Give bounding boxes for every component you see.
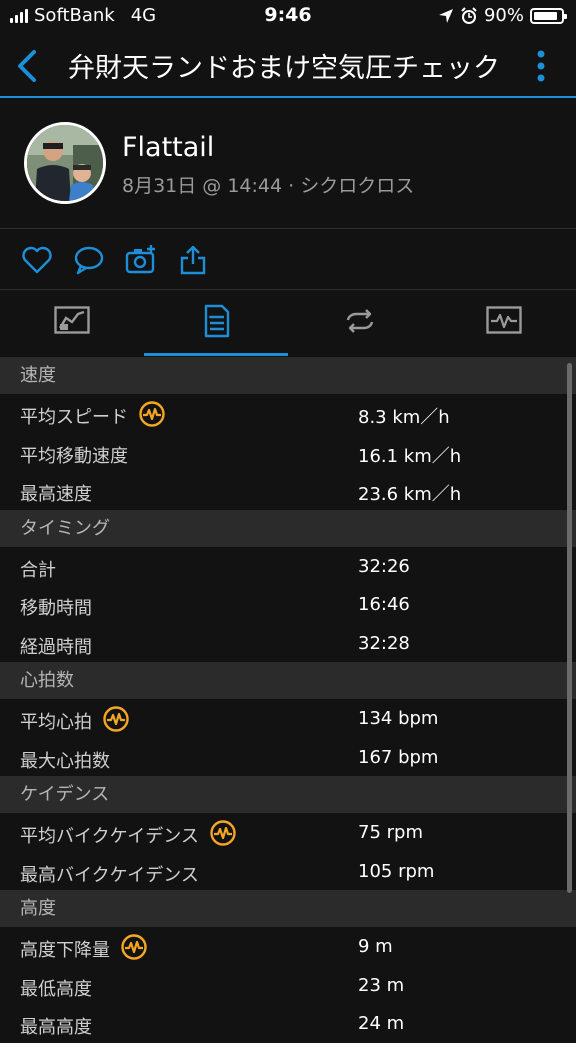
sensor-data-icon: [210, 820, 236, 846]
stat-label: 平均バイクケイデンス: [20, 826, 199, 847]
stat-label-wrap: 最高バイクケイデンス: [20, 861, 199, 887]
share-icon[interactable]: [176, 243, 210, 277]
stat-label: 平均スピード: [20, 407, 128, 428]
stat-row: 最高高度 24 m: [0, 1004, 576, 1043]
tab-laps[interactable]: [288, 290, 432, 356]
stat-row: 最高バイクケイデンス 105 rpm: [0, 852, 576, 891]
stats-list[interactable]: 速度平均スピード 8.3 km／h 平均移動速度 16.1 km／h 最高速度 23.6 …: [0, 357, 576, 1043]
stat-label: 経過時間: [20, 636, 92, 658]
stat-label: 平均心拍: [20, 712, 92, 733]
tab-charts[interactable]: [432, 290, 576, 356]
tab-overview[interactable]: [0, 290, 144, 356]
author-name[interactable]: Flattail: [122, 132, 214, 163]
navigation-bar: 弁財天ランドおまけ空気圧チェック: [0, 34, 576, 98]
activity-title: 弁財天ランドおまけ空気圧チェック: [68, 53, 500, 84]
stats-list-icon: [204, 304, 230, 338]
stat-row: 平均移動速度 16.1 km／h: [0, 433, 576, 472]
laps-repeat-icon: [346, 309, 374, 333]
stat-value: 32:28: [358, 632, 410, 654]
sensor-data-icon: [139, 401, 165, 427]
avatar[interactable]: [24, 122, 106, 204]
stat-value: 23 m: [358, 974, 405, 996]
more-options-icon[interactable]: [536, 48, 546, 84]
stat-label: 合計: [20, 559, 56, 581]
stat-label-wrap: 経過時間: [20, 633, 92, 659]
stat-value: 32:26: [358, 555, 410, 577]
stat-value: 8.3 km／h: [358, 407, 450, 428]
chart-graph-icon: [486, 306, 522, 334]
section-header: ケイデンス: [0, 776, 576, 813]
stat-value: 16:46: [358, 594, 410, 615]
stat-label-wrap: 最低高度: [20, 975, 92, 1001]
stat-row: 最低高度 23 m: [0, 966, 576, 1005]
sensor-data-icon: [103, 706, 129, 732]
stat-row: 経過時間 32:28: [0, 624, 576, 663]
stat-value: 23.6 km／h: [358, 484, 462, 505]
activity-date-type: 8月31日 @ 14:44 · シクロクロス: [122, 175, 415, 197]
stat-label-wrap: 合計: [20, 556, 56, 582]
stat-label: 最高バイクケイデンス: [20, 864, 199, 886]
stat-value: 105 rpm: [358, 860, 435, 882]
like-heart-icon[interactable]: [20, 243, 54, 277]
stat-value: 75 rpm: [358, 822, 423, 843]
profile-photo: [27, 125, 103, 201]
stat-label: 最大心拍数: [20, 750, 110, 772]
map-overview-icon: [54, 306, 90, 334]
stat-label-wrap: 移動時間: [20, 594, 92, 620]
stat-row: 最高速度 23.6 km／h: [0, 471, 576, 510]
activity-header: Flattail 8月31日 @ 14:44 · シクロクロス: [0, 98, 576, 229]
stat-row: 移動時間 16:46: [0, 585, 576, 624]
activity-tabs: [0, 290, 576, 356]
stat-label: 最高速度: [20, 484, 92, 505]
stat-label-wrap: 最大心拍数: [20, 747, 110, 773]
location-arrow-icon: [438, 8, 453, 23]
section-header: 速度: [0, 357, 576, 394]
sensor-data-icon: [121, 934, 147, 960]
stat-label-wrap: 最高高度: [20, 1013, 92, 1039]
alarm-icon: [461, 6, 477, 24]
stat-label-wrap: 平均バイクケイデンス: [20, 820, 237, 848]
stat-row: 平均心拍 134 bpm: [0, 699, 576, 738]
scrollbar[interactable]: [567, 363, 572, 893]
section-header: 高度: [0, 890, 576, 927]
stat-label: 平均移動速度: [20, 445, 128, 467]
status-bar: SoftBank 4G 9:46 90%: [0, 0, 576, 34]
stat-value: 9 m: [358, 936, 393, 957]
comment-icon[interactable]: [72, 243, 106, 277]
stat-label-wrap: 平均移動速度: [20, 442, 128, 468]
back-chevron-icon[interactable]: [12, 48, 42, 84]
stat-value: 134 bpm: [358, 708, 439, 729]
stat-label: 最低高度: [20, 978, 92, 1000]
stat-label-wrap: 最高速度: [20, 480, 92, 506]
stat-label: 移動時間: [20, 598, 92, 619]
stat-value: 167 bpm: [358, 746, 439, 768]
stat-row: 高度下降量 9 m: [0, 927, 576, 966]
stat-label: 最高高度: [20, 1017, 92, 1038]
action-bar: [0, 229, 576, 290]
stat-row: 合計 32:26: [0, 547, 576, 586]
tab-stats[interactable]: [144, 290, 288, 356]
battery-icon: [530, 7, 567, 24]
stat-label-wrap: 平均心拍: [20, 706, 130, 734]
stat-label-wrap: 平均スピード: [20, 401, 166, 429]
stat-row: 最大心拍数 167 bpm: [0, 738, 576, 777]
stat-label-wrap: 高度下降量: [20, 934, 148, 962]
stat-row: 平均バイクケイデンス 75 rpm: [0, 813, 576, 852]
stat-row: 平均スピード 8.3 km／h: [0, 394, 576, 433]
add-photo-icon[interactable]: [124, 243, 158, 277]
section-header: 心拍数: [0, 662, 576, 699]
section-header: タイミング: [0, 509, 576, 547]
stat-value: 16.1 km／h: [358, 445, 462, 467]
battery-percent: 90%: [483, 5, 524, 26]
stat-label: 高度下降量: [20, 940, 110, 961]
